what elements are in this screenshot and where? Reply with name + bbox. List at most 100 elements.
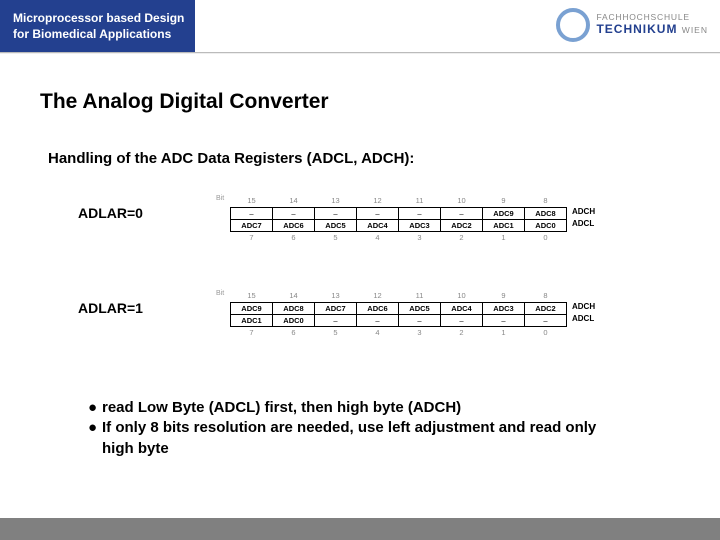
adch-row: – – – – – – ADC9 ADC8: [231, 207, 567, 219]
bits-top-row: 15 14 13 12 11 10 9 8: [231, 195, 567, 207]
cell: ADC3: [483, 302, 525, 314]
bitnum: 6: [273, 231, 315, 243]
cell: –: [399, 207, 441, 219]
cell: ADC1: [483, 219, 525, 231]
cell: –: [525, 314, 567, 326]
bitnum: 14: [273, 290, 315, 302]
cell: –: [315, 314, 357, 326]
cell: ADC5: [399, 302, 441, 314]
bit-tag: Bit: [216, 195, 224, 202]
bitnum: 13: [315, 195, 357, 207]
cell: ADC4: [357, 219, 399, 231]
cell: ADC2: [441, 219, 483, 231]
bitnum: 0: [525, 326, 567, 338]
bit-tag: Bit: [216, 290, 224, 297]
bitnum: 2: [441, 231, 483, 243]
cell: ADC8: [273, 302, 315, 314]
cell: ADC0: [273, 314, 315, 326]
bitnum: 14: [273, 195, 315, 207]
cell: ADC7: [231, 219, 273, 231]
cell: –: [483, 314, 525, 326]
bitnum: 3: [399, 326, 441, 338]
cell: ADC2: [525, 302, 567, 314]
bullet-2: ● If only 8 bits resolution are needed, …: [88, 418, 602, 459]
bullet-1-text: read Low Byte (ADCL) first, then high by…: [102, 398, 461, 418]
bitnum: 4: [357, 326, 399, 338]
bitnum: 13: [315, 290, 357, 302]
label-adlar1: ADLAR=1: [78, 300, 143, 316]
cell: ADC6: [357, 302, 399, 314]
bitnum: 4: [357, 231, 399, 243]
adcl-row: ADC1 ADC0 – – – – – –: [231, 314, 567, 326]
cell: –: [357, 314, 399, 326]
logo-circle-icon: [556, 8, 590, 42]
cell: ADC6: [273, 219, 315, 231]
cell: ADC3: [399, 219, 441, 231]
adcl-row: ADC7 ADC6 ADC5 ADC4 ADC3 ADC2 ADC1 ADC0: [231, 219, 567, 231]
cell: ADC5: [315, 219, 357, 231]
adch-row: ADC9 ADC8 ADC7 ADC6 ADC5 ADC4 ADC3 ADC2: [231, 302, 567, 314]
bitnum: 7: [231, 326, 273, 338]
bullet-1: ● read Low Byte (ADCL) first, then high …: [88, 398, 602, 418]
bitnum: 7: [231, 231, 273, 243]
reg-name-adch: ADCH: [572, 302, 595, 311]
course-box: Microprocessor based Design for Biomedic…: [0, 0, 195, 52]
cell: ADC1: [231, 314, 273, 326]
bits-bot-row: 7 6 5 4 3 2 1 0: [231, 326, 567, 338]
bitnum: 9: [483, 290, 525, 302]
logo: FACHHOCHSCHULE TECHNIKUM WIEN: [556, 8, 708, 42]
course-line1: Microprocessor based Design: [13, 10, 185, 26]
bitnum: 3: [399, 231, 441, 243]
bullet-2-text: If only 8 bits resolution are needed, us…: [102, 418, 602, 459]
reg-table: 15 14 13 12 11 10 9 8 – – – – – – ADC9 A…: [230, 195, 567, 243]
bitnum: 8: [525, 290, 567, 302]
header-rule: [0, 52, 720, 54]
bitnum: 12: [357, 195, 399, 207]
cell: ADC9: [231, 302, 273, 314]
logo-small2: WIEN: [682, 25, 708, 35]
label-adlar0: ADLAR=0: [78, 205, 143, 221]
cell: ADC4: [441, 302, 483, 314]
bitnum: 2: [441, 326, 483, 338]
cell: –: [315, 207, 357, 219]
bitnum: 1: [483, 231, 525, 243]
bitnum: 5: [315, 326, 357, 338]
bitnum: 10: [441, 195, 483, 207]
cell: –: [399, 314, 441, 326]
logo-big: TECHNIKUM: [596, 22, 677, 36]
cell: ADC8: [525, 207, 567, 219]
bitnum: 15: [231, 195, 273, 207]
logo-text: FACHHOCHSCHULE TECHNIKUM WIEN: [596, 13, 708, 37]
bitnum: 0: [525, 231, 567, 243]
bitnum: 9: [483, 195, 525, 207]
cell: –: [441, 314, 483, 326]
bitnum: 11: [399, 290, 441, 302]
bitnum: 1: [483, 326, 525, 338]
page-title: The Analog Digital Converter: [40, 90, 329, 114]
subtitle: Handling of the ADC Data Registers (ADCL…: [48, 150, 414, 167]
cell: –: [441, 207, 483, 219]
footer-bar: [0, 518, 720, 540]
bullet-dot-icon: ●: [88, 398, 102, 418]
cell: –: [357, 207, 399, 219]
reg-name-adcl: ADCL: [572, 219, 594, 228]
reg-name-adch: ADCH: [572, 207, 595, 216]
bits-top-row: 15 14 13 12 11 10 9 8: [231, 290, 567, 302]
cell: –: [231, 207, 273, 219]
cell: ADC0: [525, 219, 567, 231]
table-adlar0: Bit 15 14 13 12 11 10 9 8 – – – – – – AD…: [230, 195, 567, 243]
bullet-list: ● read Low Byte (ADCL) first, then high …: [88, 398, 602, 459]
bitnum: 11: [399, 195, 441, 207]
cell: –: [273, 207, 315, 219]
course-line2: for Biomedical Applications: [13, 26, 185, 42]
bitnum: 15: [231, 290, 273, 302]
cell: ADC7: [315, 302, 357, 314]
reg-table: 15 14 13 12 11 10 9 8 ADC9 ADC8 ADC7 ADC…: [230, 290, 567, 338]
bitnum: 12: [357, 290, 399, 302]
bits-bot-row: 7 6 5 4 3 2 1 0: [231, 231, 567, 243]
bitnum: 6: [273, 326, 315, 338]
bullet-dot-icon: ●: [88, 418, 102, 459]
bitnum: 5: [315, 231, 357, 243]
cell: ADC9: [483, 207, 525, 219]
reg-name-adcl: ADCL: [572, 314, 594, 323]
